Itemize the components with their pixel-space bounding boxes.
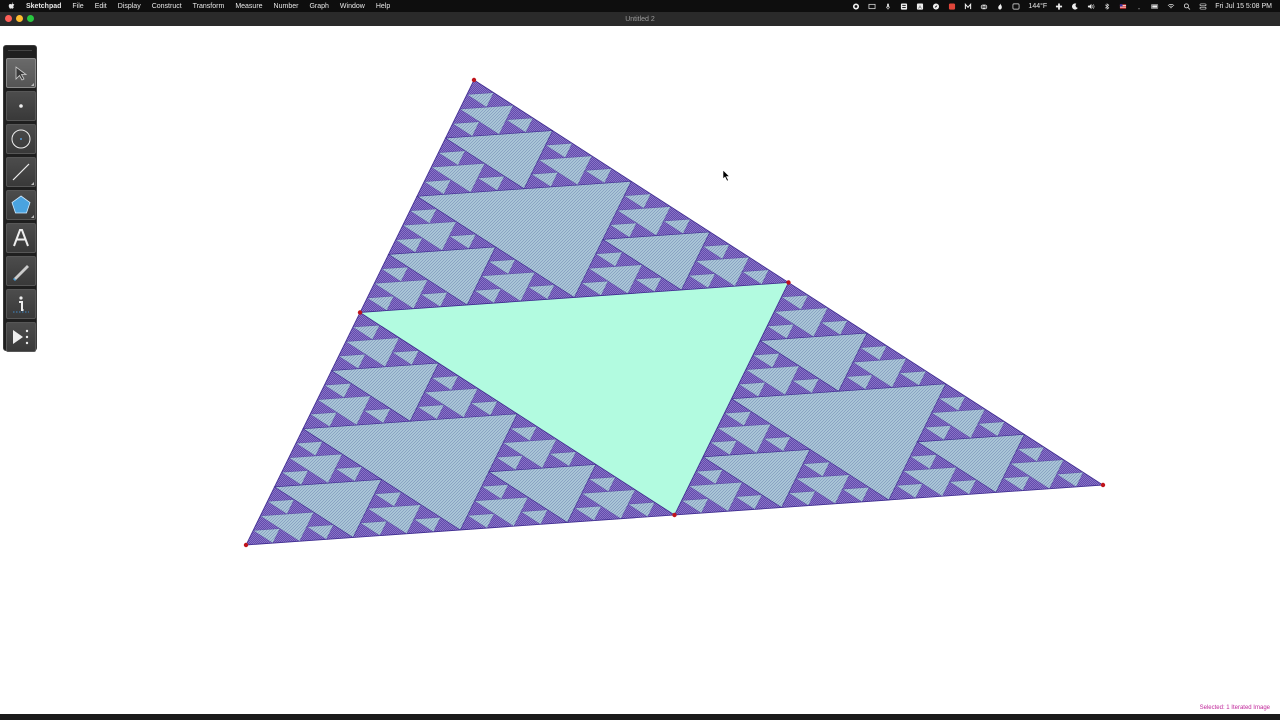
menu-clock[interactable]: Fri Jul 15 5:08 PM (1215, 3, 1272, 10)
dropbox-icon[interactable] (948, 2, 956, 10)
close-window-button[interactable] (5, 15, 12, 22)
minimize-window-button[interactable] (16, 15, 23, 22)
battery-icon[interactable] (1151, 3, 1159, 10)
flame-icon[interactable] (996, 2, 1004, 10)
app-a-icon[interactable]: A (916, 2, 924, 10)
bluetooth-icon[interactable] (1103, 2, 1111, 10)
compass-app-icon[interactable] (932, 2, 940, 10)
custom-tool[interactable] (6, 322, 36, 352)
vertex-point[interactable] (243, 542, 249, 548)
tool-palette (3, 45, 37, 352)
creative-cloud-icon[interactable] (980, 3, 988, 10)
polygon-icon (11, 195, 31, 214)
zoom-window-button[interactable] (27, 15, 34, 22)
circle-icon (11, 129, 31, 149)
segment-icon (12, 163, 30, 181)
window-controls (5, 15, 34, 22)
menu-app-name[interactable]: Sketchpad (26, 3, 61, 10)
volume-icon[interactable] (1087, 3, 1095, 10)
menu-measure[interactable]: Measure (235, 3, 262, 10)
marker-tool[interactable] (6, 256, 36, 286)
text-tool[interactable] (6, 223, 36, 253)
menu-file[interactable]: File (72, 3, 83, 10)
mail-m-icon[interactable] (964, 2, 972, 10)
point-tool[interactable] (6, 91, 36, 121)
text-a-icon (13, 229, 29, 247)
control-center-toggles-icon[interactable] (900, 2, 908, 10)
sketch-canvas[interactable] (0, 26, 1280, 714)
point-icon (19, 104, 23, 108)
vertex-point[interactable] (672, 512, 677, 518)
arrow-icon (15, 66, 28, 81)
iterated-image[interactable] (245, 79, 1105, 546)
vertex-point[interactable] (471, 77, 477, 83)
custom-tool-icon (13, 329, 29, 345)
microphone-icon[interactable] (884, 2, 892, 10)
menu-display[interactable]: Display (118, 3, 141, 10)
record-icon[interactable] (852, 2, 860, 10)
menu-bar: Sketchpad File Edit Display Construct Tr… (0, 0, 1280, 12)
vertex-point[interactable] (357, 310, 363, 315)
status-menu-area: A 144°F Fri Jul 15 5:08 PM (852, 2, 1272, 10)
wifi-icon[interactable] (1167, 3, 1175, 10)
sierpinski-construction[interactable] (0, 26, 1280, 714)
menu-transform[interactable]: Transform (193, 3, 225, 10)
straightedge-tool[interactable] (6, 157, 36, 187)
sketchpad-window: Untitled 2 Selected: 1 Iterated Image (0, 12, 1280, 714)
mouse-cursor-icon (722, 169, 731, 182)
palette-grip[interactable] (8, 50, 32, 55)
apple-icon[interactable] (8, 2, 16, 10)
polygon-tool[interactable] (6, 190, 36, 220)
dock-edge (0, 714, 1280, 720)
menu-number[interactable]: Number (274, 3, 299, 10)
menu-help[interactable]: Help (376, 3, 390, 10)
us-flag-icon[interactable] (1119, 3, 1127, 10)
vertex-point[interactable] (786, 280, 791, 285)
gear-plus-icon[interactable] (1055, 2, 1063, 10)
weather-icon[interactable] (1012, 3, 1020, 10)
status-text: Selected: 1 Iterated Image (1199, 705, 1270, 711)
menu-edit[interactable]: Edit (95, 3, 107, 10)
screen-capture-icon[interactable] (868, 3, 876, 10)
marker-pen-icon (13, 265, 29, 281)
arrow-select-tool[interactable] (6, 58, 36, 88)
vertex-point[interactable] (1100, 482, 1106, 488)
control-center-icon[interactable] (1199, 3, 1207, 10)
moon-icon[interactable] (1071, 2, 1079, 10)
window-title-bar[interactable]: Untitled 2 (0, 12, 1280, 26)
information-tool[interactable] (6, 289, 36, 319)
spotlight-search-icon[interactable] (1183, 2, 1191, 10)
wifi-strength-icon[interactable] (1135, 3, 1143, 10)
menu-construct[interactable]: Construct (152, 3, 182, 10)
window-title: Untitled 2 (625, 15, 655, 23)
menu-graph[interactable]: Graph (309, 3, 328, 10)
compass-tool[interactable] (6, 124, 36, 154)
menu-window[interactable]: Window (340, 3, 365, 10)
temperature-readout[interactable]: 144°F (1028, 3, 1047, 10)
info-icon (13, 296, 29, 313)
